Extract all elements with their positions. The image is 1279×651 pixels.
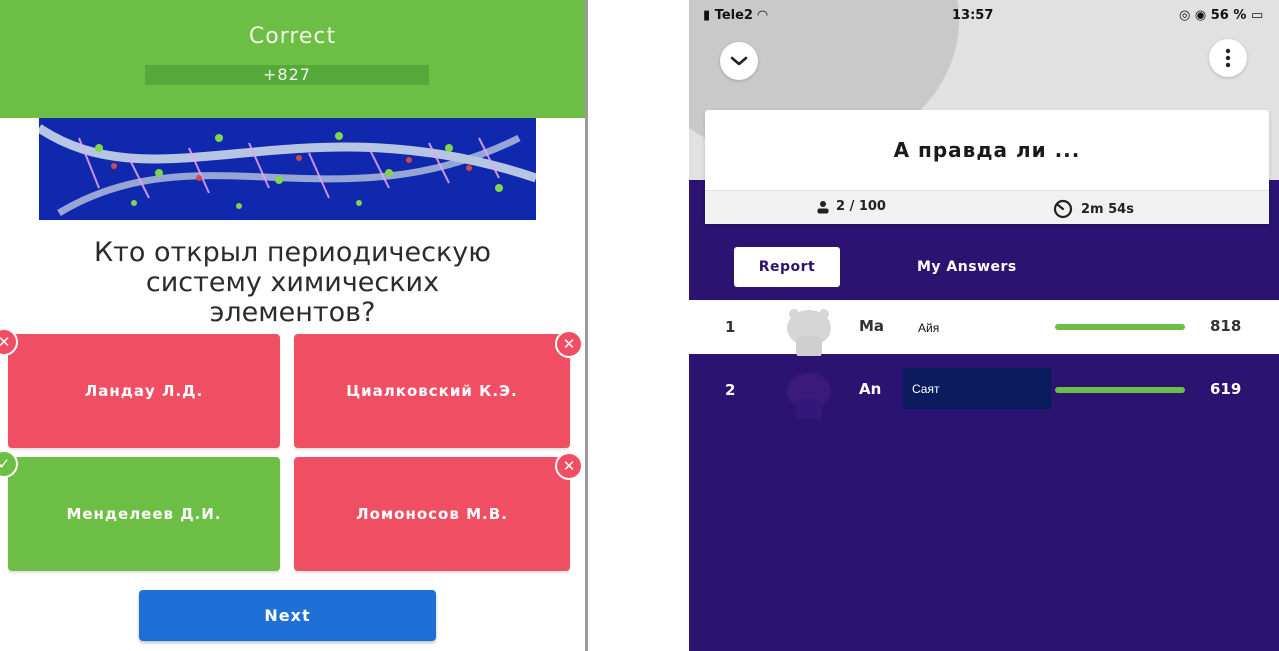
row-player-label: Саят — [903, 368, 1051, 409]
status-battery: ◎ ◉ 56 % ▭ — [1179, 8, 1263, 23]
collapse-button[interactable] — [720, 42, 758, 80]
person-icon — [817, 200, 829, 213]
more-vertical-icon — [1225, 48, 1231, 68]
quiz-title: А правда ли ... — [893, 138, 1081, 162]
row-score: 619 — [1210, 380, 1242, 398]
question-line-1: Кто открыл периодическую — [94, 237, 491, 268]
dna-illustration — [39, 118, 536, 220]
row-rank: 2 — [725, 381, 736, 399]
avatar — [787, 373, 831, 419]
quiz-info-card: А правда ли ... 2 / 100 2m 54s — [705, 110, 1269, 224]
row-rank: 1 — [725, 318, 736, 336]
screen-divider — [585, 0, 588, 651]
wrong-mark-icon: ✕ — [555, 330, 583, 358]
alarm-icon: ◉ — [1194, 8, 1207, 23]
status-carrier: ▮ Tele2 ◠ — [703, 8, 768, 23]
battery-icon: ▭ — [1250, 8, 1264, 23]
row-player-name: Ma — [859, 317, 885, 335]
leaderboard-row[interactable]: 1 Ma Айя 818 — [689, 300, 1279, 356]
question-line-3: элементов? — [209, 297, 376, 328]
status-bar: ▮ Tele2 ◠ 13:57 ◎ ◉ 56 % ▭ — [689, 0, 1279, 30]
leaderboard-screen: ▮ Tele2 ◠ 13:57 ◎ ◉ 56 % ▭ А правда ли .… — [689, 0, 1279, 651]
players-count: 2 / 100 — [816, 199, 886, 214]
time-remaining: 2m 54s — [1053, 199, 1134, 219]
row-player-label: Айя — [918, 321, 940, 335]
signal-icon: ▮ — [703, 8, 711, 23]
carrier-name: Tele2 — [714, 8, 753, 23]
timer-icon — [1053, 199, 1073, 219]
time-value: 2m 54s — [1081, 201, 1134, 217]
answer-option-2[interactable]: Циалковский К.Э. — [294, 334, 570, 448]
tab-my-answers[interactable]: My Answers — [917, 247, 1057, 287]
next-button[interactable]: Next — [139, 590, 436, 641]
leaderboard-row[interactable]: 2 An Саят 619 — [689, 363, 1279, 419]
wifi-icon: ◠ — [757, 8, 768, 23]
battery-percent: 56 % — [1210, 8, 1247, 23]
quiz-screen: Correct +827 Кто открыл периодическую си… — [0, 0, 585, 651]
location-icon: ◎ — [1179, 8, 1191, 23]
answer-option-1[interactable]: Ландау Л.Д. — [8, 334, 280, 448]
result-title: Correct — [248, 24, 337, 49]
players-value: 2 / 100 — [836, 199, 886, 214]
score-bar — [1055, 387, 1185, 393]
row-score: 818 — [1210, 317, 1242, 335]
points-earned: +827 — [145, 65, 429, 85]
row-player-name: An — [859, 380, 882, 398]
tab-report[interactable]: Report — [734, 247, 840, 287]
avatar — [787, 309, 831, 356]
chevron-down-icon — [730, 56, 748, 66]
wrong-mark-icon: ✕ — [555, 452, 583, 480]
answer-option-3[interactable]: Менделеев Д.И. — [8, 457, 280, 571]
more-options-button[interactable] — [1209, 39, 1247, 77]
status-time: 13:57 — [952, 8, 994, 23]
question-text: Кто открыл периодическую систему химичес… — [0, 238, 585, 328]
question-line-2: систему химических — [145, 267, 440, 298]
question-image — [39, 118, 536, 220]
quiz-meta: 2 / 100 2m 54s — [705, 190, 1269, 224]
answer-option-4[interactable]: Ломоносов М.В. — [294, 457, 570, 571]
score-bar — [1055, 324, 1185, 330]
result-banner: Correct +827 — [0, 0, 585, 118]
